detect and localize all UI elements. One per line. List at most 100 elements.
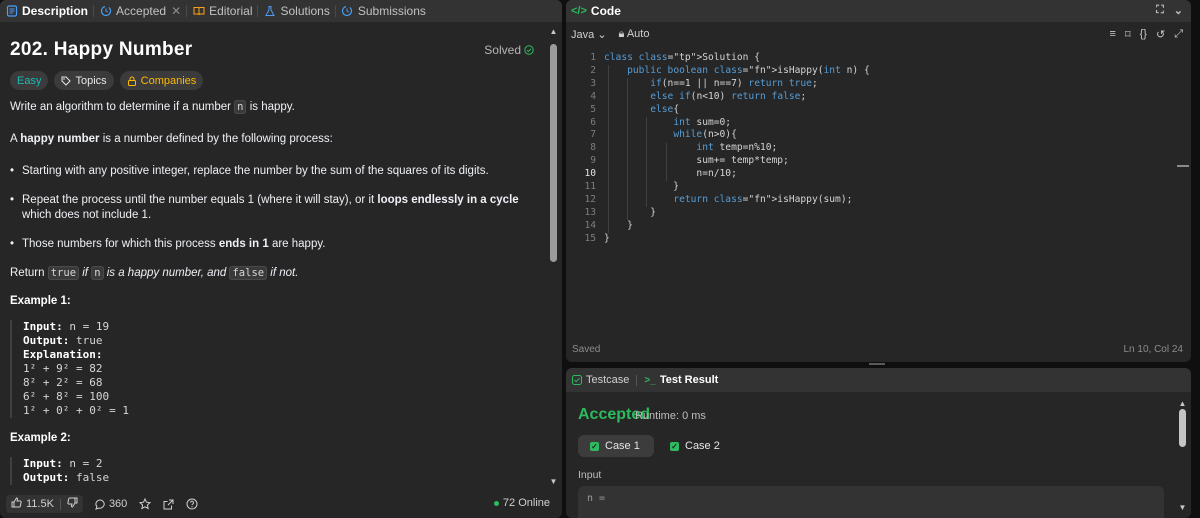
code-icon: </>: [571, 5, 587, 17]
topics-chip[interactable]: Topics: [54, 71, 114, 90]
description-scrollbar[interactable]: ▲ ▼: [549, 28, 558, 486]
divider: [59, 498, 61, 510]
line-number: 15: [584, 232, 596, 244]
comments-button[interactable]: 360: [95, 498, 127, 510]
tab-test-result-label: Test Result: [659, 374, 719, 386]
line-number: 13: [584, 206, 596, 218]
tab-divider: [636, 374, 638, 386]
definition-paragraph: A happy number is a number defined by th…: [10, 132, 534, 147]
code-line: return class="fn">isHappy(sum);: [673, 193, 853, 205]
problem-statement: Write an algorithm to determine if a num…: [10, 100, 534, 292]
scrollbar-thumb[interactable]: [550, 44, 557, 262]
test-panel: Testcase >_ Test Result Accepted Runtime…: [566, 368, 1191, 518]
description-content: 202. Happy Number Solved Easy Topics Com…: [0, 22, 548, 490]
bookmark-icon[interactable]: ⌑: [1125, 28, 1131, 41]
tab-testcase[interactable]: Testcase: [572, 374, 629, 386]
tab-description[interactable]: Description: [0, 0, 93, 22]
favorite-button[interactable]: [139, 498, 152, 510]
online-status: 72 Online: [493, 497, 550, 509]
editor-tools: ≡ ⌑ {} ↺ ⤢: [1110, 28, 1183, 41]
difficulty-label: Easy: [17, 74, 42, 87]
code-line: }: [604, 219, 633, 231]
companies-label: Companies: [140, 74, 197, 87]
panel-resize-handle[interactable]: [869, 363, 885, 365]
tab-accepted[interactable]: Accepted ✕: [94, 0, 186, 22]
companies-chip[interactable]: Companies: [119, 71, 204, 90]
code-header-actions: ⛶ ⌄: [1156, 4, 1183, 17]
language-select[interactable]: Java ⌄: [571, 28, 607, 41]
thumbs-down-icon[interactable]: [67, 497, 78, 511]
scroll-up-icon[interactable]: ▲: [1178, 400, 1187, 408]
code-line: n=n/10;: [604, 168, 737, 180]
description-footer: 11.5K 360: [0, 490, 562, 518]
close-icon[interactable]: ✕: [171, 4, 181, 18]
editor-scrollbar-marker: [1177, 165, 1189, 167]
mode-toggle[interactable]: 🔒︎ Auto: [619, 28, 650, 41]
case-2-tab[interactable]: ✓ Case 2: [658, 435, 734, 457]
code-line: }: [604, 206, 656, 218]
braces-icon[interactable]: {}: [1140, 28, 1147, 41]
line-number: 2: [590, 64, 596, 76]
definition-bold: happy number: [20, 133, 100, 145]
like-dislike-group: 11.5K: [6, 495, 83, 513]
inline-code-n: n: [91, 266, 104, 280]
code-editor[interactable]: 1 class class="tp">Solution {2 public boo…: [566, 52, 1191, 244]
help-button[interactable]: [186, 498, 198, 510]
description-tabbar: Description Accepted ✕ Editorial Solutio…: [0, 0, 562, 22]
scroll-up-icon[interactable]: ▲: [549, 28, 558, 36]
reset-icon[interactable]: ↺: [1156, 28, 1165, 41]
list-item-text: Repeat the process until the number equa…: [22, 194, 375, 206]
example-2-input: Input: n = 2: [23, 457, 530, 471]
scroll-down-icon[interactable]: ▼: [1178, 504, 1187, 512]
scroll-down-icon[interactable]: ▼: [549, 478, 558, 486]
case-1-tab[interactable]: ✓ Case 1: [578, 435, 654, 457]
tab-editorial[interactable]: Editorial: [187, 0, 257, 22]
code-line: else{: [650, 103, 680, 115]
flask-icon: [263, 5, 276, 18]
runtime-label: Runtime: 0 ms: [635, 410, 706, 422]
tab-test-result[interactable]: >_ Test Result: [644, 374, 718, 386]
thumbs-up-icon[interactable]: [11, 497, 22, 511]
chevron-down-icon: ⌄: [597, 28, 607, 41]
input-variable: n =: [587, 493, 606, 504]
list-item: Repeat the process until the number equa…: [10, 193, 534, 223]
line-number: 1: [590, 52, 596, 63]
share-button[interactable]: [163, 499, 174, 510]
fullscreen-icon[interactable]: ⛶: [1156, 4, 1164, 17]
line-number: 11: [584, 181, 596, 192]
format-icon[interactable]: ≡: [1110, 28, 1116, 41]
line-number: 6: [590, 116, 596, 128]
example-1-title: Example 1:: [10, 295, 71, 307]
difficulty-chip[interactable]: Easy: [10, 71, 49, 90]
terminal-icon: >_: [644, 374, 656, 386]
collapse-icon[interactable]: ⌄: [1174, 4, 1183, 17]
return-text-mid: is a happy number, and: [106, 267, 227, 279]
star-icon: [139, 498, 152, 510]
description-panel: Description Accepted ✕ Editorial Solutio…: [0, 0, 562, 518]
likes-count: 11.5K: [26, 498, 54, 510]
cursor-position: Ln 10, Col 24: [1123, 344, 1184, 355]
description-icon: [5, 5, 18, 18]
test-scrollbar[interactable]: ▲ ▼: [1178, 400, 1187, 512]
scrollbar-thumb[interactable]: [1179, 409, 1186, 447]
list-item: Those numbers for which this process end…: [10, 237, 534, 252]
process-list: Starting with any positive integer, repl…: [10, 164, 534, 252]
input-label: Input: [578, 469, 602, 481]
inline-code-false: false: [229, 266, 268, 280]
history-icon: [341, 5, 354, 18]
share-icon: [163, 499, 174, 509]
tab-solutions[interactable]: Solutions: [258, 0, 334, 22]
code-panel: </> Code ⛶ ⌄ Java ⌄ 🔒︎ Auto ≡ ⌑ {} ↺ ⤢ 1…: [566, 0, 1191, 362]
problem-title: 202. Happy Number: [10, 39, 193, 60]
code-line: sum+= temp*temp;: [604, 155, 789, 167]
output-label: Output:: [23, 471, 70, 484]
list-item-bold: loops endlessly in a cycle: [377, 194, 519, 206]
expand-icon[interactable]: ⤢: [1174, 28, 1183, 41]
tab-submissions[interactable]: Submissions: [336, 0, 431, 22]
tab-accepted-label: Accepted: [116, 4, 167, 18]
example-2-box: Input: n = 2 Output: false: [10, 457, 530, 485]
help-icon: [186, 498, 198, 510]
definition-text: A: [10, 133, 18, 145]
editor-status-bar: Saved Ln 10, Col 24: [572, 344, 1183, 355]
online-count: 72 Online: [502, 497, 550, 509]
